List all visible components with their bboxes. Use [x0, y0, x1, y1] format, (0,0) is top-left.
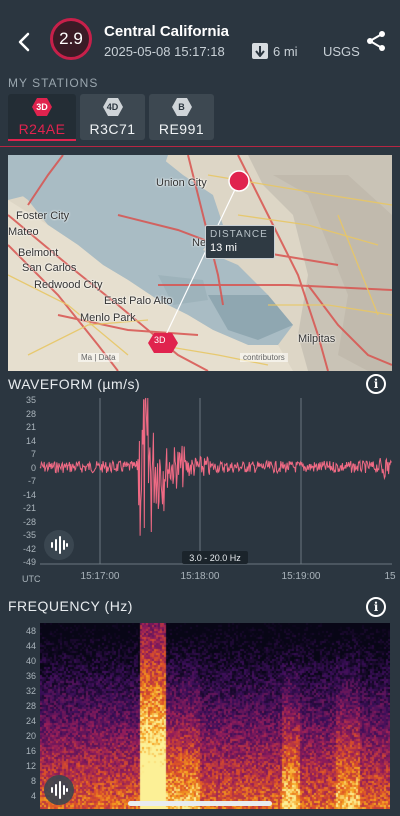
map-label: Belmont [18, 247, 59, 259]
info-icon[interactable]: i [366, 597, 386, 617]
stations-label: MY STATIONS [8, 76, 99, 90]
spectrogram-y-tick: 40 [25, 656, 36, 666]
spectrogram-y-tick: 16 [25, 746, 36, 756]
waveform-x-unit: UTC [22, 574, 41, 584]
event-datetime: 2025-05-08 15:17:18 [104, 44, 225, 59]
station-hex-badge: 4D [102, 98, 123, 116]
distance-tooltip-title: DISTANCE [210, 229, 268, 240]
station-tag: 3D [36, 102, 48, 112]
station-name: R24AE [18, 121, 66, 137]
station-tab-r24ae[interactable]: 3D R24AE [8, 94, 76, 141]
spectrogram-y-tick: 44 [25, 641, 36, 651]
event-source: USGS [323, 44, 360, 59]
distance-tooltip: DISTANCE 13 mi [205, 225, 275, 259]
map-attribution-right: contributors [240, 353, 288, 362]
station-hex-badge: B [171, 98, 192, 116]
event-title: Central California [104, 23, 230, 40]
frequency-title: FREQUENCY (Hz) [8, 598, 133, 614]
audio-wave-icon [51, 536, 68, 554]
spectrogram-y-tick: 24 [25, 716, 36, 726]
distance-value: 6 mi [273, 43, 298, 59]
waveform-x-tick: 15:17:00 [80, 571, 120, 582]
distance-tooltip-value: 13 mi [210, 242, 237, 254]
map-attribution: Ma | Data [78, 353, 119, 362]
divider [0, 146, 400, 147]
station-name: R3C71 [89, 121, 136, 137]
map-label: Foster City [16, 210, 70, 222]
spectrogram-plot [40, 623, 390, 809]
station-list: 3D R24AE 4D R3C71 B RE991 [8, 94, 214, 141]
audio-wave-button[interactable] [44, 775, 74, 805]
spectrogram-y-tick: 36 [25, 671, 36, 681]
spectrogram-y-axis: 48 44 40 36 32 28 24 20 16 12 8 4 [0, 620, 36, 816]
spectrogram-y-tick: 8 [30, 776, 36, 786]
event-distance: 6 mi [252, 43, 298, 59]
spectrogram-y-tick: 20 [25, 731, 36, 741]
spectrogram-y-tick: 4 [30, 791, 36, 801]
share-button[interactable] [365, 30, 387, 52]
home-indicator [128, 801, 272, 806]
waveform-chart[interactable]: 35 28 21 14 7 0 -7 -14 -21 -28 -35 -42 -49 15:17:00 1… [0, 395, 400, 586]
share-icon [367, 31, 385, 51]
map-label: Union City [156, 177, 207, 189]
back-button[interactable] [12, 28, 36, 56]
station-name: RE991 [158, 121, 205, 137]
audio-wave-button[interactable] [44, 530, 74, 560]
spectrogram-y-tick: 32 [25, 686, 36, 696]
spectrogram-y-tick: 48 [25, 626, 36, 636]
map-view[interactable]: Union City Foster City Mateo Belmont San… [8, 155, 392, 371]
waveform-x-tick: 15 [384, 571, 396, 582]
chevron-left-icon [18, 32, 30, 52]
station-tab-re991[interactable]: B RE991 [149, 94, 214, 140]
waveform-x-tick: 15:19:00 [281, 571, 321, 582]
map-label: Ne [192, 237, 207, 249]
spectrogram-y-tick: 28 [25, 701, 36, 711]
info-icon[interactable]: i [366, 374, 386, 394]
magnitude-badge: 2.9 [50, 18, 92, 60]
station-tab-r3c71[interactable]: 4D R3C71 [80, 94, 145, 140]
map-label: Menlo Park [80, 312, 136, 324]
station-tag: 4D [106, 102, 119, 112]
station-hex-badge: 3D [32, 98, 52, 116]
filter-band-label: 3.0 - 20.0 Hz [182, 551, 248, 564]
station-marker-label: 3D [154, 335, 166, 345]
station-tag: B [178, 102, 185, 112]
waveform-x-tick: 15:18:00 [180, 571, 220, 582]
arrow-down-icon [252, 43, 268, 59]
waveform-trace [39, 397, 392, 536]
header: 2.9 Central California 2025-05-08 15:17:… [0, 0, 400, 74]
spectrogram-chart[interactable]: 48 44 40 36 32 28 24 20 16 12 8 4 [0, 620, 400, 816]
app: 2.9 Central California 2025-05-08 15:17:… [0, 0, 400, 816]
map-label: Redwood City [34, 279, 103, 291]
attribution-text: Ma [81, 353, 93, 362]
spectrogram-y-tick: 12 [25, 761, 36, 771]
waveform-title: WAVEFORM (µm/s) [8, 376, 141, 392]
map-label: San Carlos [22, 262, 77, 274]
map-label: Milpitas [298, 333, 336, 345]
audio-wave-icon [51, 781, 68, 799]
attribution-text: Data [98, 353, 116, 362]
map-label: Mateo [8, 226, 39, 238]
map-label: East Palo Alto [104, 295, 173, 307]
